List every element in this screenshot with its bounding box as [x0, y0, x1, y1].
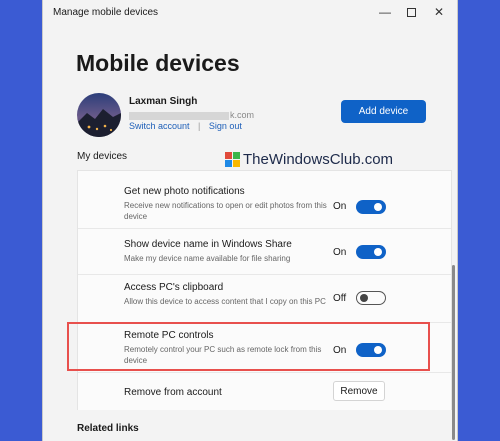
setting-state: On	[333, 201, 347, 212]
setting-description: Receive new notifications to open or edi…	[124, 201, 327, 221]
related-links-heading: Related links	[77, 423, 139, 434]
link-separator: |	[198, 121, 201, 131]
setting-title: Get new photo notifications	[124, 186, 245, 197]
manage-mobile-devices-window: Manage mobile devices — ✕ Mobile devices	[42, 0, 458, 441]
setting-title: Show device name in Windows Share	[124, 239, 292, 250]
maximize-icon	[406, 7, 416, 17]
remove-button[interactable]: Remove	[333, 381, 385, 401]
setting-row-device-name-share: Show device name in Windows Share Make m…	[78, 229, 451, 275]
setting-description: Make my device name available for file s…	[124, 254, 291, 263]
close-button[interactable]: ✕	[427, 2, 451, 22]
device-settings-panel: Get new photo notifications Receive new …	[77, 170, 452, 410]
section-label-my-devices: My devices	[77, 151, 128, 162]
account-email: k.com	[129, 110, 254, 120]
minimize-button[interactable]: —	[373, 2, 397, 22]
remove-from-account-label: Remove from account	[124, 387, 222, 398]
setting-description: Allow this device to access content that…	[124, 297, 326, 306]
account-links: Switch account | Sign out	[129, 121, 242, 131]
setting-state: Off	[333, 293, 347, 304]
window-title: Manage mobile devices	[53, 7, 159, 18]
photo-notifications-toggle[interactable]	[356, 200, 386, 214]
highlight-box	[67, 322, 430, 371]
account-name: Laxman Singh	[129, 96, 198, 107]
scrollbar[interactable]	[452, 265, 455, 440]
minimize-icon: —	[379, 5, 391, 19]
page-title: Mobile devices	[76, 50, 240, 76]
watermark: TheWindowsClub.com	[225, 151, 393, 168]
windows-logo-icon	[225, 152, 240, 167]
setting-title: Access PC's clipboard	[124, 282, 224, 293]
watermark-text: TheWindowsClub.com	[243, 151, 394, 168]
switch-account-link[interactable]: Switch account	[129, 121, 190, 131]
setting-state: On	[333, 247, 347, 258]
setting-row-remove-from-account: Remove from account Remove	[78, 373, 451, 411]
maximize-button[interactable]	[399, 2, 423, 22]
clipboard-toggle[interactable]	[356, 291, 386, 305]
device-name-share-toggle[interactable]	[356, 245, 386, 259]
setting-row-photo-notifications: Get new photo notifications Receive new …	[78, 171, 451, 229]
sign-out-link[interactable]: Sign out	[209, 121, 242, 131]
add-device-button[interactable]: Add device	[341, 100, 426, 123]
user-avatar-photo-icon	[77, 93, 121, 137]
setting-row-clipboard: Access PC's clipboard Allow this device …	[78, 275, 451, 323]
title-bar: Manage mobile devices — ✕	[43, 0, 457, 26]
email-redaction	[129, 111, 229, 120]
close-icon: ✕	[433, 5, 445, 19]
avatar	[77, 93, 121, 137]
